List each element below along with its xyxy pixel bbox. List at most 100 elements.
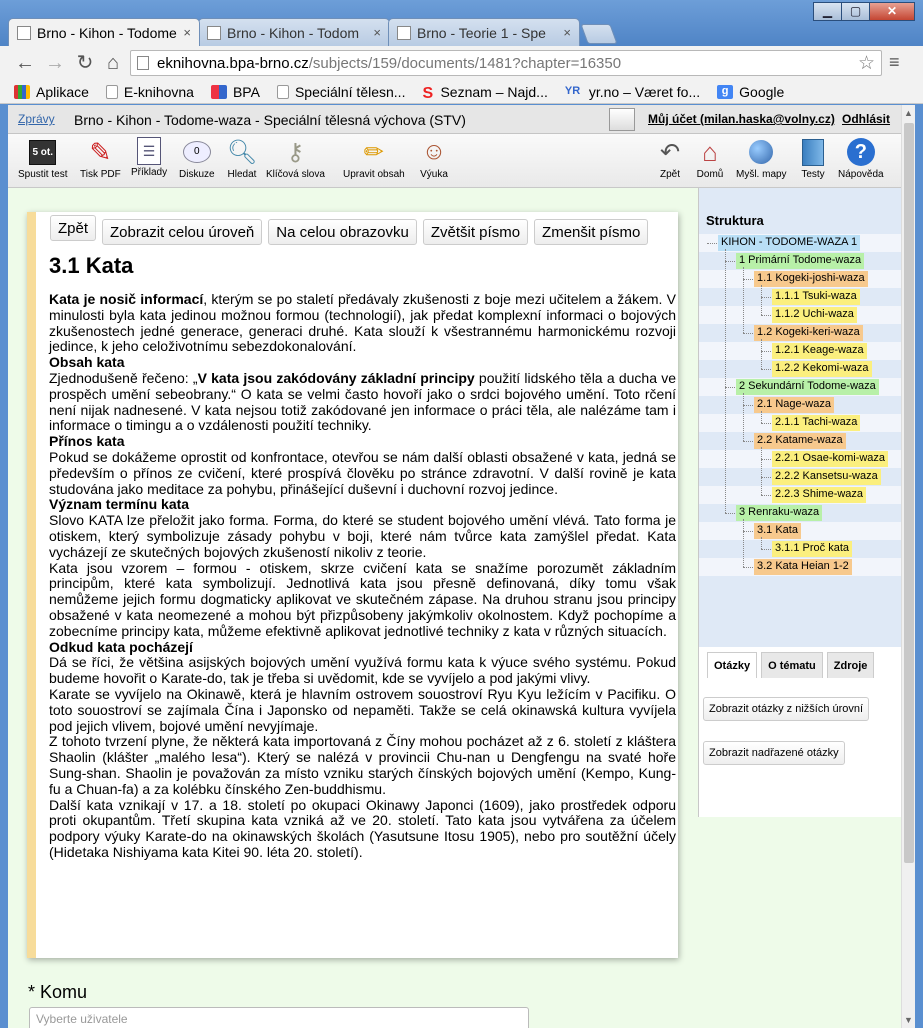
tree-node[interactable]: 3.2 Kata Heian 1-2 [754, 559, 852, 575]
tree-node[interactable]: 2.2 Katame-waza [754, 433, 846, 449]
forward-arrow-icon[interactable]: → [44, 52, 66, 74]
show-parent-questions-button[interactable]: Zobrazit nadřazené otázky [703, 741, 845, 765]
paragraph: Zjednodušeně řečeno: „V kata jsou zakódo… [49, 370, 676, 434]
tab-questions[interactable]: Otázky [707, 652, 758, 678]
tree-connector [743, 531, 753, 532]
tree-node[interactable]: 2 Sekundární Todome-waza [736, 379, 879, 395]
recipient-input[interactable]: Vyberte uživatele [29, 1007, 529, 1028]
bookmark-item[interactable]: S Seznam – Najd... [422, 84, 547, 102]
back-button[interactable]: ↶ Zpět [655, 137, 685, 181]
close-window-icon[interactable]: ✕ [869, 2, 915, 21]
tab-close-icon[interactable]: × [373, 25, 381, 40]
bookmark-item[interactable]: g Google [717, 84, 784, 100]
tree-row: 2.1.1 Tachi-waza [699, 414, 901, 432]
tree-node[interactable]: 2.1.1 Tachi-waza [772, 415, 861, 431]
home-icon[interactable]: ⌂ [102, 52, 124, 74]
browser-tab-1[interactable]: Brno - Kihon - Todome × [8, 18, 200, 46]
examples-button[interactable]: ☰ Příklady [131, 137, 167, 178]
font-bigger-button[interactable]: Zvětšit písmo [422, 219, 529, 245]
tool-label: Hledat [227, 169, 257, 180]
account-link[interactable]: Můj účet (milan.haska@volny.cz) [648, 112, 835, 126]
tree-node[interactable]: 2.1 Nage-waza [754, 397, 834, 413]
back-button[interactable]: Zpět [50, 215, 97, 241]
tree-node[interactable]: KIHON - TODOME-WAZA 1 [718, 235, 861, 251]
bookmark-item[interactable]: BPA [210, 83, 260, 100]
help-button[interactable]: ? Nápověda [838, 137, 884, 180]
tree-node[interactable]: 1.2 Kogeki-keri-waza [754, 325, 863, 341]
window-controls: ▁ ▢ ✕ [813, 2, 915, 21]
tree-row: 2.2.1 Osae-komi-waza [699, 450, 901, 468]
show-lower-questions-button[interactable]: Zobrazit otázky z nižších úrovní [703, 697, 870, 721]
avatar[interactable] [609, 108, 635, 131]
minimize-icon[interactable]: ▁ [813, 2, 842, 21]
bookmark-item[interactable]: Speciální tělesn... [276, 83, 406, 100]
help-icon: ? [846, 137, 876, 167]
teaching-button[interactable]: ☺ Výuka [419, 137, 449, 180]
back-arrow-icon[interactable]: ← [14, 52, 36, 74]
scroll-down-icon[interactable]: ▼ [904, 1015, 913, 1025]
tree-node[interactable]: 1.1 Kogeki-joshi-waza [754, 271, 868, 287]
browser-tab-2[interactable]: Brno - Kihon - Todom × [198, 18, 390, 46]
keywords-button[interactable]: ⚷ Klíčová slova [266, 137, 325, 181]
tree-row: KIHON - TODOME-WAZA 1 [699, 234, 901, 252]
tree-node[interactable]: 1.2.1 Keage-waza [772, 343, 867, 359]
tree-connector [761, 339, 762, 369]
bookmark-label: Aplikace [36, 83, 89, 100]
mind-maps-button[interactable]: Myšl. mapy [736, 137, 787, 180]
page-icon [276, 84, 289, 99]
discussion-button[interactable]: 0 Diskuze [179, 137, 215, 180]
show-level-button[interactable]: Zobrazit celou úroveň [102, 219, 263, 245]
tree-node[interactable]: 1 Primární Todome-waza [736, 253, 865, 269]
bookmark-star-icon[interactable]: ☆ [858, 52, 875, 75]
browser-menu-icon[interactable]: ≡ [889, 52, 900, 73]
tree-node[interactable]: 1.1.1 Tsuki-waza [772, 289, 860, 305]
bookmark-label: Speciální tělesn... [294, 83, 406, 100]
app-header: Zprávy Brno - Kihon - Todome-waza - Spec… [8, 105, 901, 134]
tree-connector [761, 297, 771, 298]
tree-node[interactable]: 1.2.2 Kekomi-waza [772, 361, 872, 377]
page-scrollbar[interactable]: ▲ ▼ [901, 105, 915, 1028]
bookmark-item[interactable]: YR yr.no – Været fo... [565, 84, 700, 100]
messages-link[interactable]: Zprávy [18, 112, 55, 126]
tree-row: 2 Sekundární Todome-waza [699, 378, 901, 396]
tree-node[interactable]: 2.2.2 Kansetsu-waza [772, 469, 881, 485]
chapter-title: 3.1 Kata [49, 253, 134, 278]
tree-connector [725, 261, 735, 262]
tree-node[interactable]: 2.2.1 Osae-komi-waza [772, 451, 889, 467]
tree-node[interactable]: 2.2.3 Shime-waza [772, 487, 867, 503]
scroll-up-icon[interactable]: ▲ [904, 108, 913, 118]
window-border [915, 105, 923, 1028]
back-arrow-icon: ↶ [659, 138, 681, 166]
scroll-thumb[interactable] [904, 123, 914, 863]
tree-node[interactable]: 3.1.1 Proč kata [772, 541, 852, 557]
new-tab-button[interactable] [580, 24, 618, 44]
tree-node[interactable]: 3 Renraku-waza [736, 505, 823, 521]
bookmark-label: BPA [232, 83, 260, 100]
browser-tab-3[interactable]: Brno - Teorie 1 - Spe × [388, 18, 580, 46]
home-button[interactable]: ⌂ Domů [695, 137, 725, 181]
globe-icon [746, 137, 776, 167]
tree-connector [761, 477, 771, 478]
bookmark-item[interactable]: E-knihovna [105, 84, 194, 100]
fullscreen-button[interactable]: Na celou obrazovku [268, 219, 417, 245]
bookmark-item[interactable]: Aplikace [14, 84, 89, 100]
maximize-icon[interactable]: ▢ [841, 2, 870, 21]
tab-sources[interactable]: Zdroje [826, 652, 875, 678]
reload-icon[interactable]: ↻ [74, 52, 96, 74]
address-bar[interactable]: eknihovna.bpa-brno.cz/subjects/159/docum… [130, 50, 882, 76]
tree-node[interactable]: 1.1.2 Uchi-waza [772, 307, 857, 323]
print-pdf-button[interactable]: ✎ Tisk PDF [80, 137, 121, 181]
logout-link[interactable]: Odhlásit [842, 112, 890, 126]
chapter-text: Kata je nosič informací, kterým se po st… [49, 291, 676, 861]
start-test-button[interactable]: 5 ot. Spustit test [18, 137, 67, 180]
tree-connector [725, 387, 735, 388]
questions-tabs: Otázky O tématu Zdroje [707, 652, 878, 678]
teacher-icon: ☺ [421, 138, 447, 165]
edit-content-button[interactable]: ✏ Upravit obsah [343, 137, 405, 181]
tab-close-icon[interactable]: × [563, 25, 571, 40]
font-smaller-button[interactable]: Zmenšit písmo [534, 219, 649, 245]
search-button[interactable]: 🔍︎ Hledat [227, 137, 257, 181]
tab-about-topic[interactable]: O tématu [761, 652, 823, 678]
tests-button[interactable]: Testy [798, 137, 828, 180]
tab-close-icon[interactable]: × [183, 25, 191, 40]
